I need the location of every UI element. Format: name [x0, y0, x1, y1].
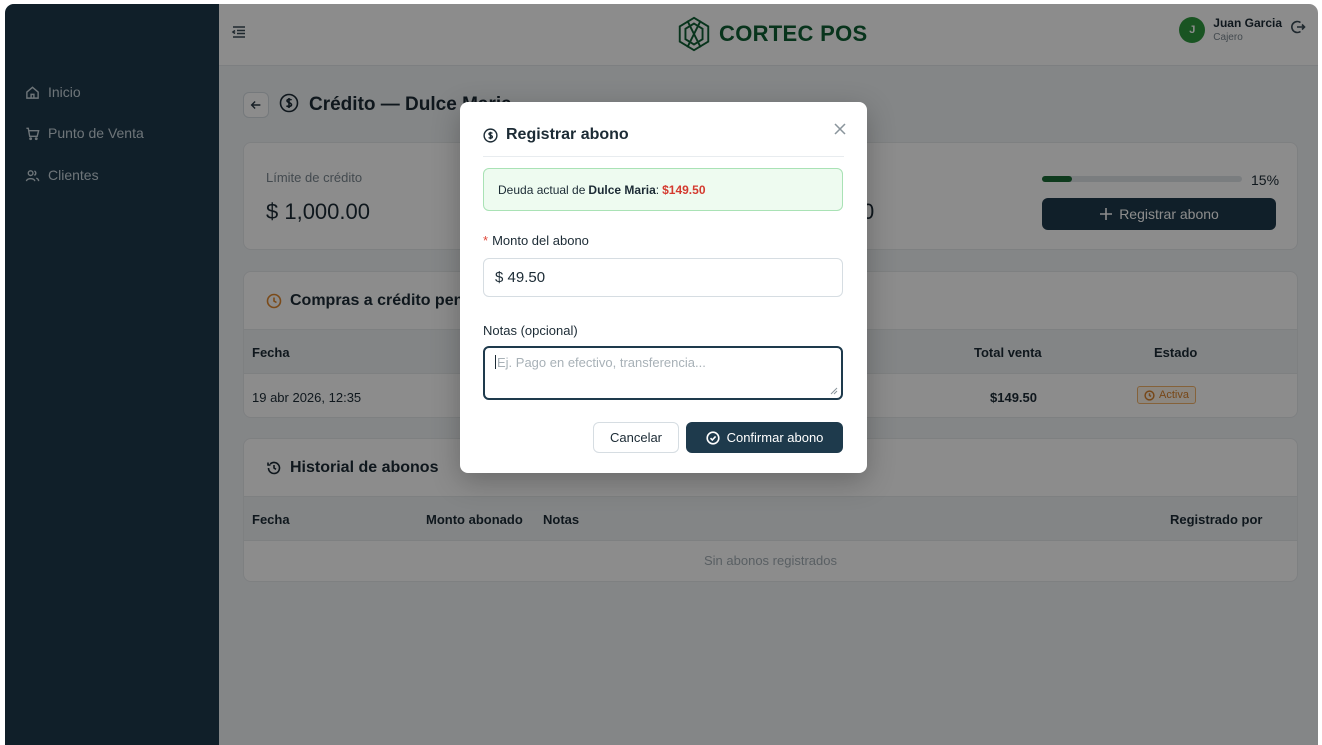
- debt-alert-amount: $149.50: [662, 182, 706, 197]
- amount-label: * Monto del abono: [483, 233, 589, 248]
- close-icon[interactable]: [833, 122, 847, 136]
- check-circle-icon: [705, 430, 720, 445]
- debt-alert: Deuda actual de Dulce Maria: $149.50: [483, 168, 843, 211]
- debt-alert-name: Dulce Maria: [588, 182, 656, 197]
- register-payment-modal: Registrar abono Deuda actual de Dulce Ma…: [460, 102, 867, 473]
- required-marker: *: [483, 233, 489, 248]
- modal-title: Registrar abono: [483, 126, 629, 144]
- notes-placeholder: Ej. Pago en efectivo, transferencia...: [497, 355, 706, 370]
- confirm-payment-label: Confirmar abono: [726, 430, 824, 445]
- debt-alert-colon: :: [655, 182, 660, 197]
- cancel-button[interactable]: Cancelar: [593, 422, 679, 453]
- debt-alert-prefix: Deuda actual de: [498, 182, 586, 197]
- amount-input[interactable]: $ 49.50: [483, 258, 843, 297]
- notes-textarea[interactable]: Ej. Pago en efectivo, transferencia...: [483, 346, 843, 400]
- confirm-payment-button[interactable]: Confirmar abono: [686, 422, 843, 453]
- notes-label: Notas (opcional): [483, 323, 578, 338]
- text-caret: [495, 355, 496, 369]
- app-window: Inicio Punto de Venta Clientes CORTEC PO…: [5, 4, 1318, 745]
- modal-divider: [483, 156, 844, 157]
- resize-handle-icon[interactable]: [830, 387, 838, 395]
- amount-label-text: Monto del abono: [492, 233, 589, 248]
- modal-title-text: Registrar abono: [506, 126, 629, 143]
- dollar-circle-icon: [483, 127, 498, 143]
